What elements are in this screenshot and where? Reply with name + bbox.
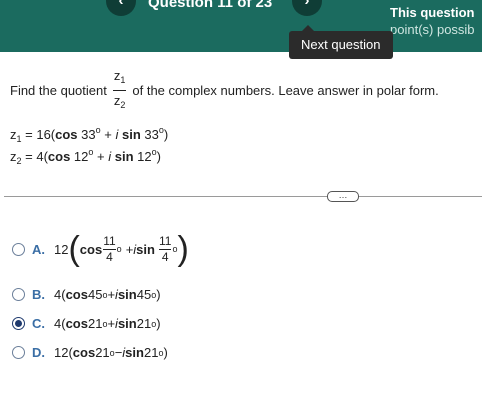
choice-a-fraction2: 11 4 — [158, 233, 172, 264]
radio-a[interactable] — [12, 242, 25, 256]
next-question-button[interactable]: › — [292, 0, 322, 16]
fraction-denominator: z2 — [113, 93, 126, 110]
question-header: ‹ Question 11 of 23 › This question poin… — [0, 0, 482, 52]
choice-c[interactable]: C. 4(cos 21 o + i sin 21 o) — [12, 316, 161, 331]
choice-a-fraction1: 11 4 — [103, 233, 116, 264]
next-question-tooltip: Next question — [289, 25, 393, 59]
question-prompt: Find the quotient z1 z2 of the complex n… — [10, 68, 439, 113]
radio-c[interactable] — [12, 317, 25, 330]
points-line1: This question — [390, 5, 475, 20]
radio-d[interactable] — [12, 346, 25, 359]
previous-question-button[interactable]: ‹ — [106, 0, 136, 16]
quotient-fraction: z1 z2 — [112, 68, 127, 113]
points-line2: point(s) possib — [390, 22, 475, 37]
choice-a-letter: A. — [32, 241, 45, 257]
prompt-after: of the complex numbers. Leave answer in … — [132, 83, 439, 98]
points-info: This question point(s) possib — [390, 4, 475, 38]
question-title: Question 11 of 23 — [148, 0, 273, 11]
prompt-before: Find the quotient — [10, 83, 107, 98]
given-z2: z2 = 4(cos 12o + i sin 12o) — [10, 147, 161, 166]
choice-a[interactable]: A. 12 ( cos 11 4 o + i sin 11 4 o ) — [12, 230, 189, 268]
given-z1: z1 = 16(cos 33o + i sin 33o) — [10, 125, 169, 144]
fraction-numerator: z1 — [113, 68, 126, 85]
choice-b-letter: B. — [32, 287, 45, 302]
expand-more-button[interactable]: … — [327, 191, 359, 202]
left-paren: ( — [68, 230, 80, 268]
radio-b[interactable] — [12, 288, 25, 301]
choice-a-coefficient: 12 — [54, 241, 69, 257]
choice-b[interactable]: B. 4(cos 45 o + i sin 45 o) — [12, 287, 161, 302]
choice-d[interactable]: D. 12(cos 21 o − i sin 21 o) — [12, 345, 168, 360]
choice-d-letter: D. — [32, 345, 45, 360]
section-divider — [4, 196, 482, 197]
right-paren: ) — [177, 230, 189, 268]
choice-c-letter: C. — [32, 316, 45, 331]
choice-a-cos: cos — [79, 241, 103, 257]
